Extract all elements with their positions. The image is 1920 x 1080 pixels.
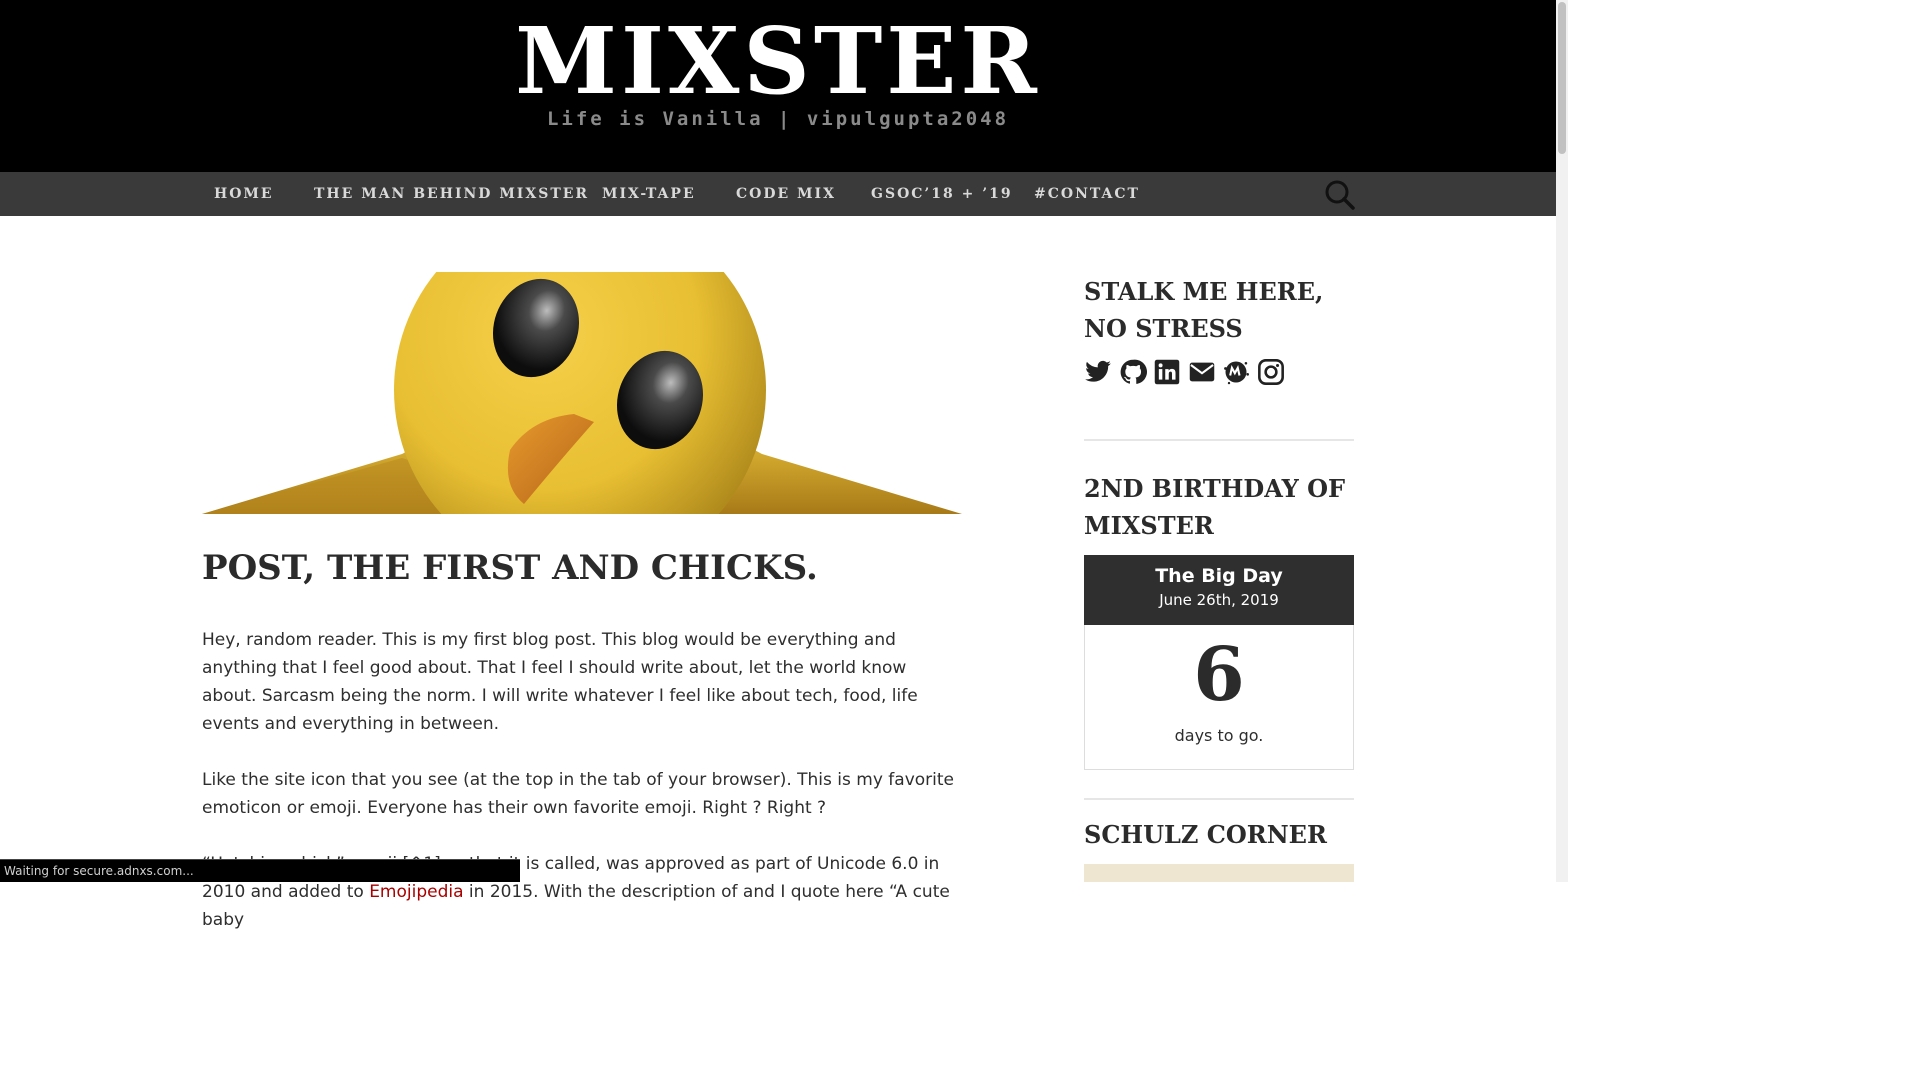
meetup-icon[interactable] <box>1222 358 1250 386</box>
linkedin-icon[interactable] <box>1153 358 1181 386</box>
countdown-event: The Big Day <box>1155 565 1283 587</box>
widget-title-social: STALK ME HERE, NO STRESS <box>1084 277 1324 343</box>
emojipedia-link[interactable]: Emojipedia <box>369 882 463 902</box>
site-description: Life is Vanilla | vipulgupta2048 <box>546 108 1010 130</box>
mail-icon[interactable] <box>1188 358 1216 386</box>
countdown-header: The Big Day June 26th, 2019 <box>1084 555 1354 625</box>
widget-title-birthday: 2ND BIRTHDAY OF MIXSTER <box>1084 474 1346 540</box>
hatching-chick-emoji <box>202 272 962 516</box>
search-icon[interactable] <box>1322 178 1356 212</box>
instagram-icon[interactable] <box>1257 358 1285 386</box>
post-paragraph-text: added to <box>288 882 370 902</box>
scrollbar-thumb[interactable] <box>1558 2 1566 154</box>
countdown-widget: The Big Day June 26th, 2019 6 days to go… <box>1084 555 1354 770</box>
site-title[interactable]: MIXSTER <box>0 6 1556 116</box>
twitter-icon[interactable] <box>1084 358 1112 386</box>
browser-status-bar: Waiting for secure.adnxs.com... <box>0 859 520 882</box>
nav-item-home[interactable]: HOME <box>214 172 274 216</box>
page-scrollbar[interactable] <box>1556 0 1568 882</box>
countdown-label: days to go. <box>1174 726 1264 745</box>
nav-item-contact[interactable]: #CONTACT <box>1034 172 1140 216</box>
countdown-number: 6 <box>1193 632 1245 718</box>
countdown-date: June 26th, 2019 <box>1159 591 1279 609</box>
widget-divider <box>1084 439 1354 441</box>
github-icon[interactable] <box>1119 358 1147 386</box>
post-content: Hey, random reader. This is my first blo… <box>202 626 962 962</box>
widget-title-schulz: SCHULZ CORNER <box>1084 820 1327 849</box>
post-featured-image <box>202 272 962 516</box>
post-paragraph: Hey, random reader. This is my first blo… <box>202 630 918 734</box>
nav-item-mix-tape[interactable]: MIX-TAPE <box>602 172 696 216</box>
schulz-comic-image <box>1084 864 1354 882</box>
nav-item-man-behind-mixster[interactable]: THE MAN BEHIND MIXSTER <box>314 172 589 216</box>
post-title[interactable]: POST, THE FIRST AND CHICKS. <box>202 548 982 588</box>
site-header: MIXSTER Life is Vanilla | vipulgupta2048 <box>0 0 1556 172</box>
nav-item-gsoc[interactable]: GSOC’18 + ’19 <box>871 172 1013 216</box>
nav-item-code-mix[interactable]: CODE MIX <box>736 172 836 216</box>
post-paragraph: Like the site icon that you see (at the … <box>202 770 954 818</box>
widget-divider <box>1084 798 1354 800</box>
